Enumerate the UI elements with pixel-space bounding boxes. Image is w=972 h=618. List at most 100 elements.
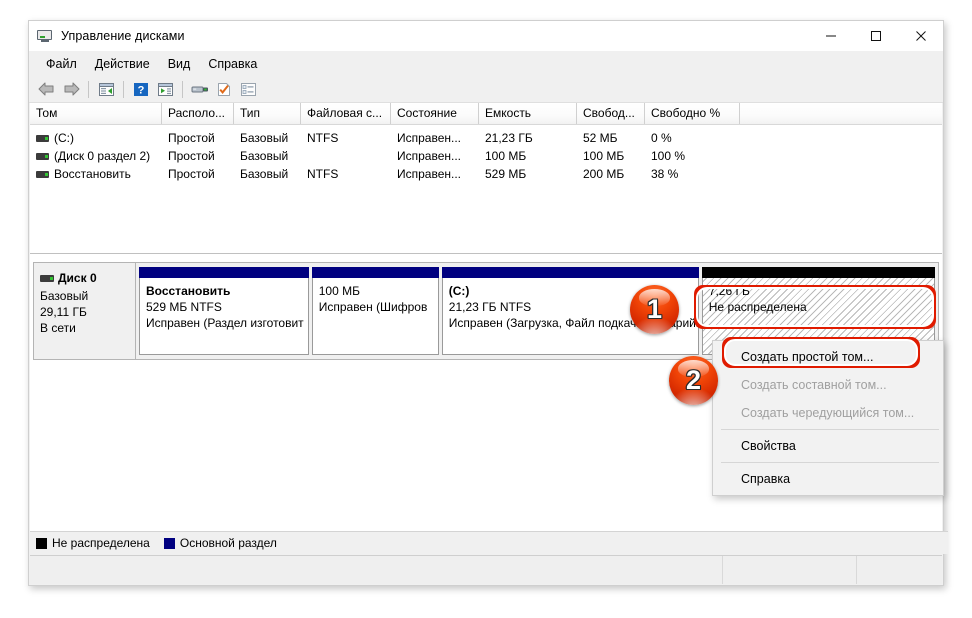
partition-status: Исправен (Раздел изготовит [146, 315, 308, 331]
column-header-free[interactable]: Свобод... [577, 103, 645, 124]
column-header-spacer [740, 103, 942, 124]
disk-name: Диск 0 [58, 271, 97, 285]
step-badge-2: 2 [669, 356, 718, 405]
step-badge-1: 1 [630, 285, 679, 334]
toolbar-separator [123, 81, 124, 98]
cell-capacity: 21,23 ГБ [479, 131, 577, 145]
cell-capacity: 529 МБ [479, 167, 577, 181]
maximize-button[interactable] [853, 21, 898, 51]
volume-icon [36, 135, 49, 142]
window-title: Управление дисками [61, 29, 185, 43]
disk-type: Базовый [40, 288, 135, 304]
cell-volume-label: (Диск 0 раздел 2) [54, 149, 150, 163]
partition-color-bar [702, 267, 935, 278]
rescan-disks-icon[interactable] [188, 78, 212, 100]
cell-free-percent: 100 % [645, 149, 740, 163]
cell-free: 100 МБ [577, 149, 645, 163]
properties-icon[interactable] [153, 78, 177, 100]
menu-bar: Файл Действие Вид Справка [29, 51, 943, 76]
disk-info-panel[interactable]: Диск 0 Базовый 29,11 ГБ В сети [33, 262, 136, 360]
menu-item-help[interactable]: Справка [199, 54, 266, 74]
partition-body: Восстановить 529 МБ NTFS Исправен (Разде… [139, 278, 309, 355]
column-header-layout[interactable]: Располо... [162, 103, 234, 124]
disk-management-window: Управление дисками Файл Действие Вид Спр… [28, 20, 944, 586]
menu-item-action[interactable]: Действие [86, 54, 159, 74]
cell-capacity: 100 МБ [479, 149, 577, 163]
partition-status: Исправен (Шифров [319, 299, 438, 315]
disk-title: Диск 0 [40, 271, 135, 285]
toolbar-separator [182, 81, 183, 98]
cell-volume-label: (C:) [54, 131, 74, 145]
column-header-free-percent[interactable]: Свободно % [645, 103, 740, 124]
status-pane-second [723, 556, 857, 584]
cell-status: Исправен... [391, 167, 479, 181]
disk-state: В сети [40, 320, 135, 336]
toolbar-separator [88, 81, 89, 98]
legend-swatch-primary [164, 538, 175, 549]
table-row[interactable]: Восстановить Простой Базовый NTFS Исправ… [30, 165, 942, 183]
check-icon[interactable] [212, 78, 236, 100]
column-header-volume[interactable]: Том [30, 103, 162, 124]
partition-size: 529 МБ NTFS [146, 299, 308, 315]
partition-recovery[interactable]: Восстановить 529 МБ NTFS Исправен (Разде… [139, 267, 309, 355]
cell-layout: Простой [162, 167, 234, 181]
up-one-level-icon[interactable] [94, 78, 118, 100]
status-pane-third [857, 556, 942, 584]
context-menu-separator [721, 429, 939, 430]
cell-type: Базовый [234, 149, 301, 163]
legend: Не распределена Основной раздел [30, 531, 948, 554]
help-icon[interactable]: ? [129, 78, 153, 100]
help-menu-item[interactable]: Справка [713, 465, 943, 493]
partition-label: Восстановить [146, 283, 308, 299]
window-controls [808, 21, 943, 51]
disk-icon [40, 275, 54, 282]
step-badge-1-number: 1 [647, 296, 662, 323]
cell-free: 52 МБ [577, 131, 645, 145]
column-header-filesystem[interactable]: Файловая с... [301, 103, 391, 124]
back-icon[interactable] [35, 78, 59, 100]
list-icon[interactable] [236, 78, 260, 100]
column-header-capacity[interactable]: Емкость [479, 103, 577, 124]
legend-label-primary: Основной раздел [180, 536, 277, 550]
svg-text:?: ? [138, 84, 145, 96]
volume-list-header: Том Располо... Тип Файловая с... Состоян… [30, 103, 942, 125]
disk-management-icon [37, 29, 54, 43]
partition-color-bar [442, 267, 699, 278]
minimize-button[interactable] [808, 21, 853, 51]
create-striped-volume-menu-item: Создать чередующийся том... [713, 399, 943, 427]
cell-filesystem: NTFS [301, 167, 391, 181]
partition-efi[interactable]: 100 МБ Исправен (Шифров [312, 267, 439, 355]
column-header-type[interactable]: Тип [234, 103, 301, 124]
table-row[interactable]: (Диск 0 раздел 2) Простой Базовый Исправ… [30, 147, 942, 165]
menu-item-view[interactable]: Вид [159, 54, 200, 74]
legend-label-unallocated: Не распределена [52, 536, 150, 550]
cell-layout: Простой [162, 149, 234, 163]
close-button[interactable] [898, 21, 943, 51]
cell-free: 200 МБ [577, 167, 645, 181]
cell-layout: Простой [162, 131, 234, 145]
cell-volume: (Диск 0 раздел 2) [30, 149, 162, 163]
toolbar: ? [29, 76, 943, 103]
create-simple-volume-menu-item[interactable]: Создать простой том... [713, 343, 943, 371]
legend-item-primary: Основной раздел [164, 536, 277, 550]
table-row[interactable]: (C:) Простой Базовый NTFS Исправен... 21… [30, 129, 942, 147]
forward-icon[interactable] [59, 78, 83, 100]
cell-status: Исправен... [391, 131, 479, 145]
partition-size: 7,26 ГБ [709, 283, 934, 299]
partition-status: Не распределена [709, 299, 934, 315]
cell-volume-label: Восстановить [54, 167, 131, 181]
status-bar [30, 555, 942, 584]
volume-icon [36, 153, 49, 160]
create-spanned-volume-menu-item: Создать составной том... [713, 371, 943, 399]
cell-volume: (C:) [30, 131, 162, 145]
cell-type: Базовый [234, 131, 301, 145]
volume-list-pane: Том Располо... Тип Файловая с... Состоян… [30, 103, 942, 254]
legend-swatch-unallocated [36, 538, 47, 549]
cell-status: Исправен... [391, 149, 479, 163]
partition-color-bar [139, 267, 309, 278]
column-header-status[interactable]: Состояние [391, 103, 479, 124]
menu-item-file[interactable]: Файл [37, 54, 86, 74]
properties-menu-item[interactable]: Свойства [713, 432, 943, 460]
partition-body: 100 МБ Исправен (Шифров [312, 278, 439, 355]
volume-icon [36, 171, 49, 178]
